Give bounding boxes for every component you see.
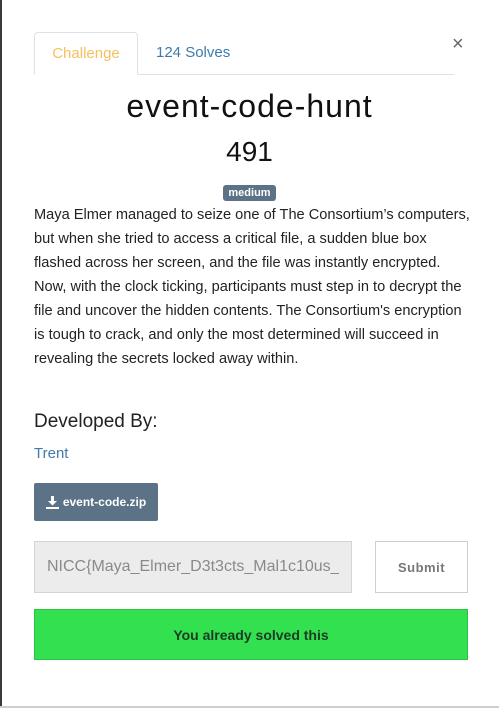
- download-file-button[interactable]: event-code.zip: [34, 483, 158, 521]
- challenge-tabs: Challenge 124 Solves: [34, 32, 454, 75]
- download-file-label: event-code.zip: [62, 495, 147, 509]
- tab-solves[interactable]: 124 Solves: [140, 32, 246, 74]
- challenge-description: Maya Elmer managed to seize one of The C…: [34, 207, 470, 367]
- flag-input[interactable]: [34, 541, 352, 593]
- difficulty-badge: medium: [223, 185, 276, 201]
- developer-link[interactable]: Trent: [34, 445, 68, 462]
- download-icon: [45, 495, 59, 509]
- solved-status-banner: You already solved this: [34, 609, 468, 660]
- tab-challenge[interactable]: Challenge: [34, 32, 138, 75]
- challenge-title: event-code-hunt: [126, 88, 373, 124]
- submit-button[interactable]: Submit: [375, 541, 468, 593]
- developed-by-heading: Developed By:: [34, 411, 158, 432]
- close-icon[interactable]: ×: [452, 34, 464, 54]
- difficulty-badge-wrap: medium: [0, 183, 499, 201]
- challenge-points: 491: [226, 136, 273, 167]
